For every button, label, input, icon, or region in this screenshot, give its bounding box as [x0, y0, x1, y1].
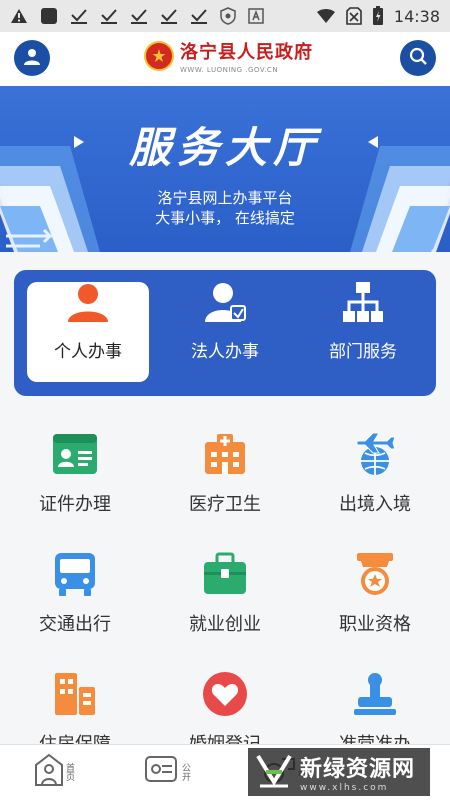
status-time: 14:38	[393, 6, 440, 26]
tab-legal-affairs[interactable]: 法人办事	[164, 282, 286, 382]
org-chart-icon	[341, 280, 385, 329]
hospital-icon	[199, 428, 251, 480]
service-label: 出境入境	[339, 494, 411, 515]
banner-subtitle-line1: 洛宁县网上办事平台	[157, 189, 293, 207]
tab-department-services[interactable]: 部门服务	[302, 282, 424, 382]
service-medical-health[interactable]: 医疗卫生	[150, 428, 300, 516]
tab-label: 个人办事	[54, 342, 122, 362]
person-icon	[66, 280, 110, 329]
bus-icon	[49, 548, 101, 600]
banner-subtitle-line2: 大事小事， 在线搞定	[155, 209, 295, 227]
nav-public-label: 公开	[180, 763, 190, 781]
id-card-icon	[49, 428, 101, 480]
nav-public[interactable]: 公开	[144, 753, 190, 791]
service-exit-entry[interactable]: 出境入境	[300, 428, 450, 516]
search-icon	[408, 46, 428, 70]
briefcase-icon	[199, 548, 251, 600]
shield-icon	[220, 7, 236, 25]
tab-label: 法人办事	[191, 342, 259, 362]
tab-label: 部门服务	[329, 342, 397, 362]
service-marriage-registration[interactable]: 婚姻登记	[150, 668, 300, 756]
watermark-logo-icon	[256, 752, 292, 792]
site-watermark: 新绿资源网 www.xlhs.com	[248, 748, 430, 796]
service-hall-banner: 服务大厅 洛宁县网上办事平台 大事小事， 在线搞定	[0, 86, 450, 252]
service-housing-security[interactable]: 住房保障	[0, 668, 150, 756]
check-icon	[100, 8, 118, 24]
check-icon	[130, 8, 148, 24]
user-icon	[22, 46, 42, 70]
service-label: 职业资格	[339, 614, 411, 635]
heart-icon	[199, 668, 251, 720]
warning-icon	[10, 8, 28, 24]
home-hall-icon	[34, 753, 64, 791]
search-button[interactable]	[400, 40, 436, 76]
service-label: 医疗卫生	[189, 494, 261, 515]
medal-icon	[349, 548, 401, 600]
service-business-permit[interactable]: 准营准办	[300, 668, 450, 756]
service-label: 交通出行	[39, 614, 111, 635]
app-header: 洛宁县人民政府 WWW. LUONING .GOV.CN	[0, 32, 450, 86]
legal-person-icon	[203, 280, 247, 329]
status-bar-system: 14:38	[316, 6, 440, 26]
user-profile-button[interactable]	[14, 40, 50, 76]
service-label: 就业创业	[189, 614, 261, 635]
banner-title: 服务大厅	[128, 123, 321, 172]
nav-home[interactable]: 首页	[34, 753, 74, 791]
status-bar: 14:38	[0, 0, 450, 32]
tab-personal-affairs[interactable]: 个人办事	[27, 282, 149, 382]
battery-icon	[372, 6, 384, 26]
site-url: WWW. LUONING .GOV.CN	[180, 66, 279, 74]
public-info-icon	[144, 753, 180, 791]
service-professional-qualification[interactable]: 职业资格	[300, 548, 450, 636]
watermark-url: www.xlhs.com	[300, 783, 389, 793]
watermark-title: 新绿资源网	[300, 757, 416, 782]
nav-home-label: 首页	[64, 763, 74, 781]
a-icon	[248, 8, 264, 24]
wifi-icon	[316, 8, 336, 24]
plane-globe-icon	[349, 428, 401, 480]
category-tabs: 个人办事 法人办事 部门服务	[14, 270, 436, 396]
stop-icon	[40, 7, 58, 25]
check-icon	[70, 8, 88, 24]
government-logo: 洛宁县人民政府 WWW. LUONING .GOV.CN	[144, 38, 313, 74]
site-title: 洛宁县人民政府	[180, 42, 313, 63]
no-sim-icon	[346, 7, 362, 25]
status-bar-notifications	[10, 7, 264, 25]
check-icon	[160, 8, 178, 24]
check-icon	[190, 8, 208, 24]
service-label: 证件办理	[39, 494, 111, 515]
stamp-icon	[349, 668, 401, 720]
national-emblem-icon	[144, 41, 174, 71]
service-employment[interactable]: 就业创业	[150, 548, 300, 636]
service-transportation[interactable]: 交通出行	[0, 548, 150, 636]
service-id-documents[interactable]: 证件办理	[0, 428, 150, 516]
buildings-icon	[49, 668, 101, 720]
